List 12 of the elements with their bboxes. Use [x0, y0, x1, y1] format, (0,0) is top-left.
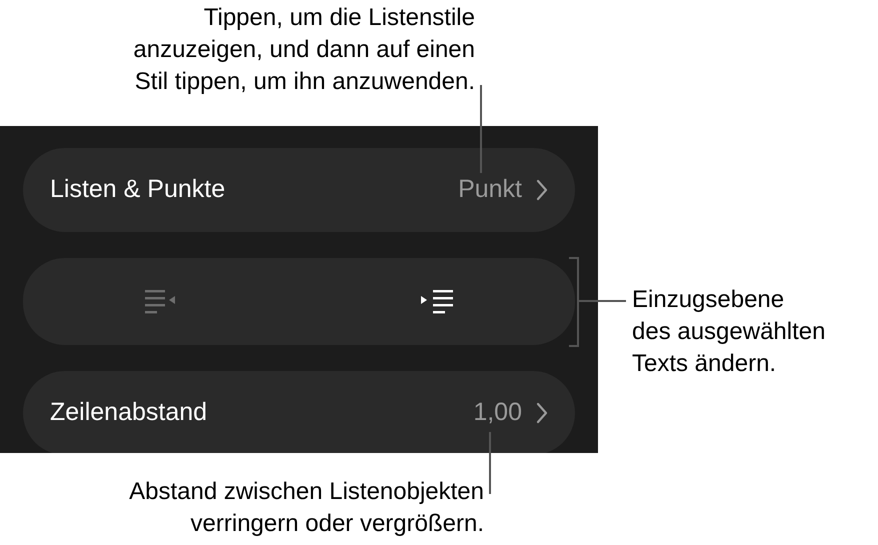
settings-row[interactable]: Zeilenabstand 1,00	[23, 371, 575, 453]
callout-text: Tippen, um die Listenstile anzuzeigen, und dann auf einen Stil tippen, um ihn anzuwenden.	[133, 3, 475, 97]
row-value: Punkt	[458, 174, 522, 206]
row-label: Listen & Punkte	[50, 174, 226, 206]
callout-text: Abstand zwischen Listenobjekten verringern oder vergrößern.	[129, 477, 484, 539]
chevron-right-icon	[536, 179, 548, 201]
row-value: 1,00	[473, 397, 522, 428]
callout-text: Einzugsebene des ausgewählten Texts ändern.	[632, 285, 826, 379]
settings-row[interactable]: Listen & Punkte Punkt	[23, 148, 575, 232]
row-label: Zeilenabstand	[50, 397, 208, 428]
chevron-right-icon	[536, 402, 548, 424]
leader-line	[489, 432, 491, 494]
